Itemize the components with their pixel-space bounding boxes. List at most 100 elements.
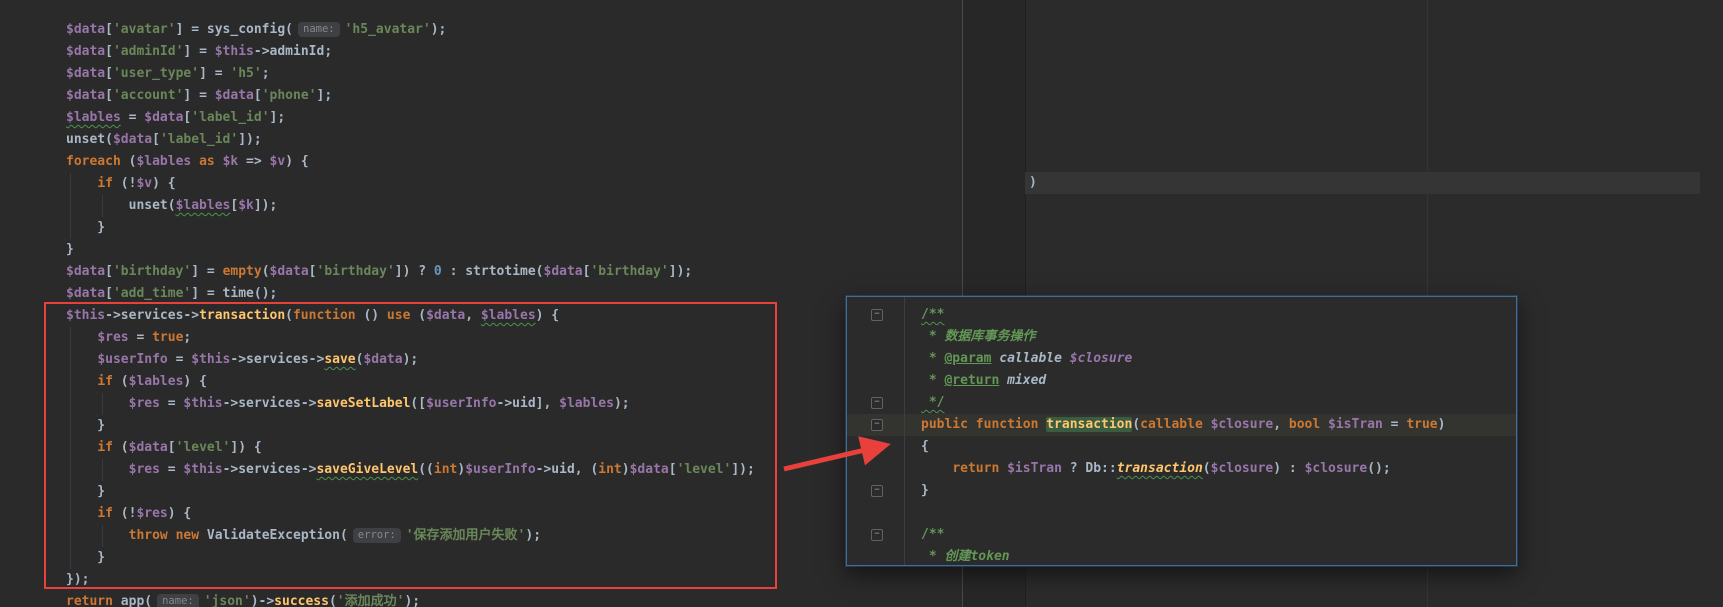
code-line[interactable]: if (!$v) { (66, 173, 962, 195)
code-token: ->uid], (496, 396, 560, 411)
code-token: return (952, 461, 1008, 476)
code-line[interactable]: unset($data['label_id']); (66, 129, 962, 151)
code-line[interactable]: if ($data['level']) { (66, 437, 962, 459)
code-token: empty (222, 264, 262, 279)
code-token: /** (921, 527, 945, 542)
indent-guide (102, 459, 103, 481)
quick-definition-popup[interactable]: /** * 数据库事务操作 * @param callable $closure… (846, 296, 1517, 566)
code-token: $lables (136, 154, 192, 169)
code-token: [ (253, 88, 262, 103)
code-token: $data (144, 110, 184, 125)
code-token: [ (152, 132, 160, 147)
code-token: ? Db:: (1061, 461, 1117, 476)
code-line[interactable]: }); (66, 569, 962, 591)
code-token: * (921, 373, 945, 388)
code-token: true (1406, 417, 1438, 432)
code-line[interactable]: foreach ($lables as $k => $v) { (66, 151, 962, 173)
inlay-hint-chip: name: (157, 594, 199, 607)
code-line[interactable]: $res = true; (66, 327, 962, 349)
code-line[interactable]: if ($lables) { (66, 371, 962, 393)
code-token: if (97, 440, 121, 455)
code-token: ->uid, ( (535, 462, 599, 477)
code-line[interactable]: } (66, 217, 962, 239)
code-token: $this (66, 308, 106, 323)
code-token: ->services-> (105, 308, 200, 323)
fold-icon[interactable]: − (871, 419, 883, 431)
code-token: [ (105, 66, 113, 81)
code-line[interactable]: return $isTran ? Db::transaction($closur… (921, 458, 1516, 480)
code-line[interactable]: } (66, 547, 962, 569)
code-line[interactable]: unset($lables[$k]); (66, 195, 962, 217)
code-line[interactable]: return app(name: 'json')->success('添加成功')… (66, 591, 962, 607)
popup-gutter-line (904, 297, 905, 565)
code-token: ) { (152, 176, 176, 191)
code-line[interactable]: $data['add_time'] = time(); (66, 283, 962, 305)
code-token: 'level' (175, 440, 231, 455)
code-token: $res (97, 330, 129, 345)
code-line[interactable]: } (66, 239, 962, 261)
code-line[interactable]: * 数据库事务操作 (921, 326, 1516, 348)
code-line[interactable]: $res = $this->services->saveGiveLevel((i… (66, 459, 962, 481)
indent-guide (70, 173, 71, 239)
code-line[interactable]: } (66, 415, 962, 437)
code-token: [ (105, 264, 113, 279)
code-token: 创建token (944, 549, 1010, 564)
code-token: /** (921, 307, 945, 322)
code-line[interactable]: $res = $this->services->saveSetLabel([$u… (66, 393, 962, 415)
code-token: 'adminId' (112, 44, 184, 59)
code-line[interactable]: * @param callable $closure (921, 348, 1516, 370)
code-line[interactable]: $data['avatar'] = sys_config(name: 'h5_av… (66, 19, 962, 41)
code-line[interactable]: * 创建token (921, 546, 1516, 565)
code-token: $data (269, 264, 309, 279)
code-line[interactable]: throw new ValidateException(error: '保存添加用… (66, 525, 962, 547)
fold-icon[interactable]: − (871, 485, 883, 497)
code-line[interactable]: } (921, 480, 1516, 502)
right-pane-text: ) (1029, 175, 1037, 190)
indent-guide (102, 195, 103, 217)
main-editor-code[interactable]: $data['avatar'] = sys_config(name:'h5_av… (0, 0, 962, 607)
current-line-highlight[interactable]: ) (1025, 172, 1700, 194)
code-token: 'phone' (261, 88, 317, 103)
code-line[interactable]: { (921, 436, 1516, 458)
code-token: ); (525, 528, 542, 543)
code-line[interactable]: $lables = $data['label_id']; (66, 107, 962, 129)
code-token: [ (105, 88, 113, 103)
code-line[interactable]: public function transaction(callable $cl… (847, 414, 1516, 436)
code-token: * (921, 549, 945, 564)
code-line[interactable]: */ (921, 392, 1516, 414)
code-token: transaction (199, 308, 286, 323)
fold-icon[interactable]: − (871, 529, 883, 541)
code-line[interactable]: /** (921, 304, 1516, 326)
code-token: app( (120, 594, 153, 607)
code-token: ( (1202, 461, 1211, 476)
code-line[interactable] (921, 502, 1516, 524)
popup-code[interactable]: /** * 数据库事务操作 * @param callable $closure… (847, 304, 1516, 565)
code-token: $this (183, 462, 223, 477)
code-line[interactable]: /** (921, 524, 1516, 546)
code-line[interactable]: $this->services->transaction(function ()… (66, 305, 962, 327)
editor-canvas: ) $data['avatar'] = sys_config(name:'h5_… (0, 0, 1723, 607)
code-line[interactable]: $data['user_type'] = 'h5'; (66, 63, 962, 85)
code-line[interactable]: $data['birthday'] = empty($data['birthda… (66, 261, 962, 283)
code-token: )-> (250, 594, 275, 607)
code-token: 'label_id' (191, 110, 270, 125)
code-token: $data (66, 88, 106, 103)
code-token: $closure (1210, 417, 1274, 432)
code-line[interactable]: $data['adminId'] = $this->adminId; (66, 41, 962, 63)
code-line[interactable]: if (!$res) { (66, 503, 962, 525)
code-token: ( (328, 594, 337, 607)
code-token: ; (261, 66, 270, 81)
code-token: public function (921, 417, 1047, 432)
code-token: transaction (1046, 417, 1133, 432)
code-token: $closure (1304, 461, 1368, 476)
code-line[interactable]: $data['account'] = $data['phone']; (66, 85, 962, 107)
code-line[interactable]: * @return mixed (921, 370, 1516, 392)
code-token: 'add_time' (112, 286, 192, 301)
code-token: int (598, 462, 622, 477)
code-line[interactable]: $userInfo = $this->services->save($data)… (66, 349, 962, 371)
fold-icon[interactable]: − (871, 397, 883, 409)
fold-icon[interactable]: − (871, 309, 883, 321)
code-token: ] = (183, 44, 215, 59)
code-line[interactable]: } (66, 481, 962, 503)
